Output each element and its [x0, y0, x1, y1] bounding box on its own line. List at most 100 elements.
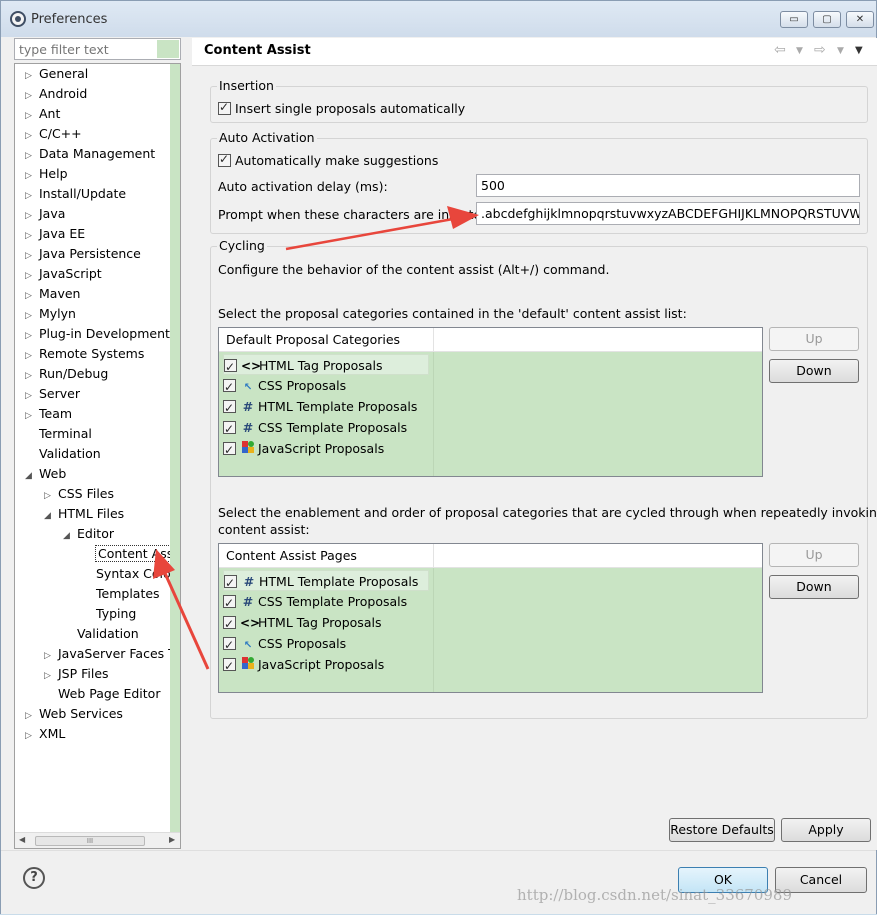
row-checkbox[interactable]	[223, 656, 236, 677]
tree-item[interactable]: Web Page Editor	[44, 684, 160, 704]
tree-item[interactable]: Validation	[25, 444, 101, 464]
tree-item[interactable]: ▷ Server	[25, 384, 80, 404]
table-row[interactable]: JavaScript Proposals	[223, 438, 384, 461]
collapsed-arrow-icon[interactable]: ▷	[25, 126, 39, 146]
tree-item[interactable]: ▷ XML	[25, 724, 65, 744]
tree-item[interactable]: ▷ Team	[25, 404, 72, 424]
collapsed-arrow-icon[interactable]: ▷	[25, 326, 39, 346]
scroll-left-icon[interactable]: ◀	[19, 835, 25, 844]
help-icon[interactable]: ?	[23, 867, 45, 889]
forward-icon[interactable]: ⇨	[814, 42, 826, 58]
table-row[interactable]: <>HTML Tag Proposals	[223, 612, 381, 635]
pages-up-button[interactable]: Up	[769, 543, 859, 567]
table-row[interactable]: JavaScript Proposals	[223, 654, 384, 677]
expanded-arrow-icon[interactable]: ◢	[63, 526, 77, 546]
table-row[interactable]: # CSS Template Proposals	[223, 591, 407, 614]
collapsed-arrow-icon[interactable]: ▷	[44, 486, 58, 506]
collapsed-arrow-icon[interactable]: ▷	[25, 406, 39, 426]
tree-item[interactable]: ▷ Maven	[25, 284, 80, 304]
collapsed-arrow-icon[interactable]: ▷	[25, 366, 39, 386]
expanded-arrow-icon[interactable]: ◢	[44, 506, 58, 526]
filter-input[interactable]	[15, 39, 155, 59]
expanded-arrow-icon[interactable]: ◢	[25, 466, 39, 486]
tree-item[interactable]: ▷ Plug-in Development	[25, 324, 170, 344]
maximize-button[interactable]: ▢	[813, 11, 841, 28]
table-row[interactable]: ↖ CSS Proposals	[223, 633, 346, 656]
tree-item[interactable]: ▷ Data Management	[25, 144, 155, 164]
collapsed-arrow-icon[interactable]: ▷	[25, 386, 39, 406]
insert-single-checkbox[interactable]	[218, 100, 231, 115]
row-checkbox[interactable]	[223, 377, 236, 398]
row-checkbox[interactable]	[223, 440, 236, 461]
collapsed-arrow-icon[interactable]: ▷	[25, 246, 39, 266]
make-suggestions-checkbox-row[interactable]: Automatically make suggestions	[218, 152, 438, 168]
collapsed-arrow-icon[interactable]: ▷	[25, 286, 39, 306]
tree-item[interactable]: ▷ Ant	[25, 104, 60, 124]
table-row[interactable]: # HTML Template Proposals	[223, 570, 429, 594]
table-row[interactable]: # CSS Template Proposals	[223, 417, 407, 440]
scroll-thumb[interactable]: III	[35, 836, 145, 846]
collapsed-arrow-icon[interactable]: ▷	[25, 166, 39, 186]
tree-item[interactable]: Templates	[82, 584, 160, 604]
tree-item[interactable]: ▷ Android	[25, 84, 87, 104]
collapsed-arrow-icon[interactable]: ▷	[25, 146, 39, 166]
apply-button[interactable]: Apply	[781, 818, 871, 842]
tree-item[interactable]: ▷ CSS Files	[44, 484, 114, 504]
tree-item[interactable]: ▷ Run/Debug	[25, 364, 108, 384]
collapsed-arrow-icon[interactable]: ▷	[25, 186, 39, 206]
scroll-right-icon[interactable]: ▶	[169, 835, 175, 844]
tree-item[interactable]: ◢ HTML Files	[44, 504, 124, 524]
tree-item[interactable]: ▷ Java	[25, 204, 65, 224]
tree-item[interactable]: ▷ Mylyn	[25, 304, 76, 324]
prompt-chars-input[interactable]: .abcdefghijklmnopqrstuvwxyzABCDEFGHIJKLM…	[476, 202, 860, 225]
collapsed-arrow-icon[interactable]: ▷	[25, 706, 39, 726]
tree-horizontal-scrollbar[interactable]: ◀ III ▶	[15, 832, 180, 848]
default-up-button[interactable]: Up	[769, 327, 859, 351]
tree-item[interactable]: ▷ Help	[25, 164, 68, 184]
collapsed-arrow-icon[interactable]: ▷	[25, 106, 39, 126]
tree-item[interactable]: Terminal	[25, 424, 92, 444]
collapsed-arrow-icon[interactable]: ▷	[25, 306, 39, 326]
back-menu-icon[interactable]: ▼	[796, 46, 803, 56]
table-row[interactable]: ↖ CSS Proposals	[223, 375, 346, 398]
tree-item[interactable]: ▷ Install/Update	[25, 184, 126, 204]
tree-item[interactable]: ▷ Java EE	[25, 224, 85, 244]
tree-item[interactable]: ◢ Editor	[63, 524, 114, 544]
tree-item[interactable]: Syntax Coloring	[82, 564, 180, 584]
collapsed-arrow-icon[interactable]: ▷	[25, 206, 39, 226]
delay-input[interactable]: 500	[476, 174, 860, 197]
tree-item[interactable]: ▷ JavaScript	[25, 264, 102, 284]
tree-item[interactable]: ▷ C/C++	[25, 124, 82, 144]
tree-item[interactable]: Typing	[82, 604, 136, 624]
table-row[interactable]: # HTML Template Proposals	[223, 396, 417, 419]
tree-item[interactable]: ▷ Remote Systems	[25, 344, 144, 364]
default-down-button[interactable]: Down	[769, 359, 859, 383]
pages-down-button[interactable]: Down	[769, 575, 859, 599]
forward-menu-icon[interactable]: ▼	[837, 46, 844, 56]
tree-item[interactable]: ▷ JSP Files	[44, 664, 109, 684]
collapsed-arrow-icon[interactable]: ▷	[25, 726, 39, 746]
collapsed-arrow-icon[interactable]: ▷	[44, 646, 58, 666]
clear-filter-icon[interactable]	[157, 40, 179, 58]
view-menu-icon[interactable]: ▼	[855, 45, 863, 56]
row-checkbox[interactable]	[223, 398, 236, 419]
collapsed-arrow-icon[interactable]: ▷	[25, 226, 39, 246]
tree-item[interactable]: Content Assist	[82, 544, 180, 564]
tree-item[interactable]: ▷ General	[25, 64, 88, 84]
collapsed-arrow-icon[interactable]: ▷	[25, 346, 39, 366]
restore-defaults-button[interactable]: Restore Defaults	[669, 818, 775, 842]
back-icon[interactable]: ⇦	[774, 42, 786, 58]
make-suggestions-checkbox[interactable]	[218, 152, 231, 167]
row-checkbox[interactable]	[224, 357, 237, 378]
row-checkbox[interactable]	[223, 419, 236, 440]
tree-item[interactable]: ▷ Java Persistence	[25, 244, 141, 264]
pages-table-column-header[interactable]: Content Assist Pages	[226, 548, 357, 563]
tree-item[interactable]: ▷ Web Services	[25, 704, 123, 724]
collapsed-arrow-icon[interactable]: ▷	[25, 86, 39, 106]
tree-item[interactable]: ▷JavaServer Faces Tools	[44, 644, 180, 666]
insert-single-checkbox-row[interactable]: Insert single proposals automatically	[218, 100, 465, 116]
default-table-column-header[interactable]: Default Proposal Categories	[226, 332, 400, 347]
tree-item[interactable]: Validation	[63, 624, 139, 644]
collapsed-arrow-icon[interactable]: ▷	[25, 66, 39, 86]
collapsed-arrow-icon[interactable]: ▷	[44, 666, 58, 686]
